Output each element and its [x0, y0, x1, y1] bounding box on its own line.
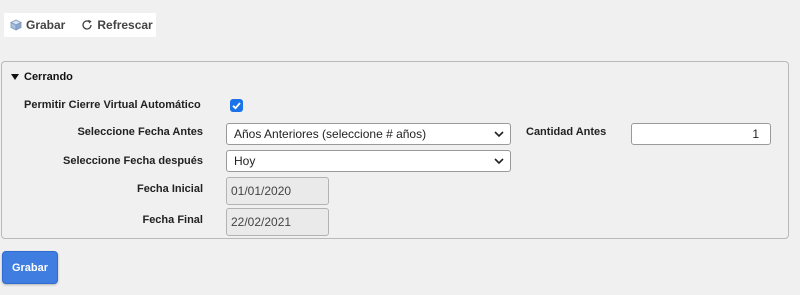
toolbar: Grabar Refrescar [4, 13, 156, 37]
quantity-before-input[interactable]: 1 [631, 123, 771, 145]
start-date-label: Fecha Inicial [136, 183, 203, 195]
start-date-input[interactable]: 01/01/2020 [226, 177, 329, 205]
section-title: Cerrando [24, 71, 73, 83]
date-before-label: Seleccione Fecha Antes [77, 126, 203, 138]
quantity-before-label: Cantidad Antes [526, 126, 607, 138]
chevron-down-icon [494, 131, 504, 138]
save-button[interactable]: Grabar [2, 251, 58, 284]
virtual-close-checkbox[interactable] [230, 99, 243, 112]
virtual-close-label: Permitir Cierre Virtual Automático [24, 99, 201, 111]
toolbar-refresh-button[interactable]: Refrescar [81, 13, 153, 37]
date-after-value: Hoy [234, 154, 256, 168]
check-icon [232, 102, 241, 110]
refresh-icon [81, 19, 93, 31]
end-date-value: 22/02/2021 [231, 215, 292, 229]
end-date-label: Fecha Final [142, 214, 203, 226]
caret-down-icon [11, 74, 19, 80]
quantity-before-value: 1 [752, 127, 759, 141]
toolbar-refresh-label: Refrescar [97, 18, 153, 32]
start-date-value: 01/01/2020 [231, 184, 292, 198]
date-before-value: Años Anteriores (seleccione # años) [234, 127, 427, 141]
cube-icon [10, 19, 22, 31]
save-button-label: Grabar [11, 261, 49, 274]
chevron-down-icon [494, 158, 504, 165]
toolbar-save-button[interactable]: Grabar [10, 13, 65, 37]
date-before-select[interactable]: Años Anteriores (seleccione # años) [226, 123, 511, 145]
toolbar-save-label: Grabar [26, 18, 66, 32]
section-header[interactable]: Cerrando [11, 71, 73, 83]
end-date-input[interactable]: 22/02/2021 [226, 208, 329, 236]
date-after-label: Seleccione Fecha después [62, 155, 203, 167]
date-after-select[interactable]: Hoy [226, 150, 511, 172]
